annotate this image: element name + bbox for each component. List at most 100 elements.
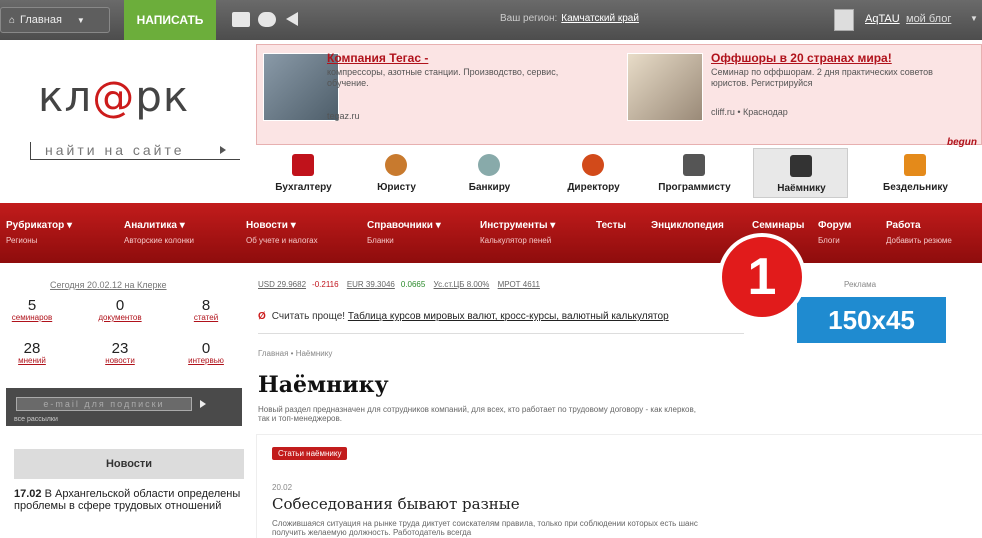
stat-articles[interactable]: 8 статей — [176, 297, 236, 322]
today-stats-date[interactable]: Сегодня 20.02.12 на Клерке — [50, 280, 167, 290]
articles-badge[interactable]: Статьи наёмнику — [272, 447, 348, 460]
gear-icon — [582, 154, 604, 176]
chevron-down-icon[interactable]: ▼ — [970, 14, 978, 23]
chat-icon[interactable] — [258, 12, 276, 27]
cb-rate[interactable]: Ус.ст.ЦБ 8.00% — [434, 280, 490, 289]
email-field[interactable]: e-mail для подписки — [16, 397, 192, 411]
home-icon: ⌂ — [9, 14, 16, 26]
category-director[interactable]: Директору — [546, 148, 641, 198]
stat-seminars[interactable]: 5 семинаров — [2, 297, 62, 322]
usd-rate[interactable]: USD 29.9682 — [258, 280, 306, 289]
nav-sub-blogs[interactable]: Блоги — [818, 236, 840, 245]
number-badge: 1 — [718, 233, 806, 321]
page-description: Новый раздел предназначен для сотруднико… — [258, 405, 696, 423]
currency-table-link[interactable]: Таблица курсов мировых валют, кросс-курс… — [348, 311, 669, 322]
mrot-rate[interactable]: МРОТ 4611 — [498, 280, 540, 289]
nav-analytics[interactable]: Аналитика ▾ — [124, 220, 185, 231]
ad-block: Компания Тегас - компрессоры, азотные ст… — [256, 44, 982, 148]
nav-jobs[interactable]: Работа — [886, 220, 921, 231]
subscribe-box: e-mail для подписки все рассылки — [6, 388, 242, 426]
ad-title[interactable]: Компания Тегас - — [327, 51, 428, 65]
news-text[interactable]: В Архангельской области определены пробл… — [14, 488, 240, 512]
breadcrumb[interactable]: Главная • Наёмнику — [258, 349, 332, 358]
nav-seminars[interactable]: Семинары — [752, 220, 804, 231]
main-nav: Рубрикатор ▾ Регионы Аналитика ▾ Авторск… — [0, 203, 982, 263]
nav-tools[interactable]: Инструменты ▾ — [480, 220, 555, 231]
subscribe-submit-icon[interactable] — [200, 400, 206, 408]
ad-label: Реклама — [844, 280, 877, 289]
nav-sub-forms[interactable]: Бланки — [367, 236, 394, 245]
ad-image-contract[interactable] — [627, 53, 703, 121]
ad-title[interactable]: Оффшоры в 20 странах мира! — [711, 51, 892, 65]
page-title: Наёмнику — [258, 372, 389, 398]
nav-encyclopedia[interactable]: Энциклопедия — [651, 220, 724, 231]
audience-categories: Бухгалтеру Юристу Банкиру Директору Прог… — [256, 148, 982, 198]
all-newsletters-link[interactable]: все рассылки — [14, 416, 58, 423]
paperclip-icon: Ø — [258, 311, 266, 322]
usd-change: -0.2116 — [312, 280, 339, 289]
news-item[interactable]: 17.02 В Архангельской области определены… — [14, 488, 244, 512]
nav-sub-columns[interactable]: Авторские колонки — [124, 236, 194, 245]
mug-icon — [904, 154, 926, 176]
coins-icon — [478, 154, 500, 176]
my-blog-link[interactable]: мой блог — [906, 13, 951, 25]
article-title[interactable]: Собеседования бывают разные — [272, 495, 520, 513]
gun-icon — [790, 155, 812, 177]
stat-documents[interactable]: 0 документов — [90, 297, 150, 322]
article-excerpt: Сложившаяся ситуация на рынке труда дикт… — [272, 519, 698, 537]
news-date: 17.02 — [14, 488, 42, 500]
nav-sub-add-resume[interactable]: Добавить резюме — [886, 236, 952, 245]
user-link[interactable]: AqTAU — [865, 13, 900, 25]
nav-tests[interactable]: Тесты — [596, 220, 626, 231]
eur-rate[interactable]: EUR 39.3046 — [347, 280, 395, 289]
logo-text-right: рк — [135, 72, 190, 121]
top-bar: ⌂ Главная ▼ НАПИСАТЬ Ваш регион: Камчатск… — [0, 0, 982, 40]
home-label: Главная — [20, 14, 62, 26]
nav-sub-regions[interactable]: Регионы — [6, 236, 37, 245]
divider — [258, 333, 744, 334]
region-link[interactable]: Камчатский край — [561, 13, 639, 24]
ad-banner-placeholder[interactable]: 150x45 — [797, 297, 946, 343]
chevron-down-icon: ▼ — [76, 15, 85, 25]
announce-icon[interactable] — [286, 12, 298, 26]
category-banker[interactable]: Банкиру — [442, 148, 537, 198]
ad-link[interactable]: tegaz.ru — [327, 111, 360, 121]
category-hired[interactable]: Наёмнику — [753, 148, 848, 198]
write-button[interactable]: НАПИСАТЬ — [124, 0, 216, 40]
ad-text: Семинар по оффшорам. 2 дня практических … — [711, 67, 933, 88]
article-date: 20.02 — [272, 483, 293, 492]
nav-forum[interactable]: Форум — [818, 220, 851, 231]
currency-promo: Ø Считать проще! Таблица курсов мировых в… — [258, 311, 669, 322]
mail-icon[interactable] — [232, 12, 250, 27]
category-programmer[interactable]: Программисту — [647, 148, 742, 198]
home-menu-button[interactable]: ⌂ Главная ▼ — [0, 7, 110, 33]
avatar[interactable] — [834, 9, 854, 31]
stat-interviews[interactable]: 0 интервью — [176, 340, 236, 365]
region-selector[interactable]: Ваш регион: Камчатский край — [500, 13, 639, 24]
search-submit-icon[interactable] — [220, 146, 226, 154]
paperclip-icon: @ — [92, 72, 136, 121]
news-header[interactable]: Новости — [14, 449, 244, 479]
region-prefix: Ваш регион: — [500, 13, 558, 24]
nav-sub-calculator[interactable]: Калькулятор пеней — [480, 236, 551, 245]
logo-text-left: кл — [38, 72, 93, 121]
search-input[interactable]: найти на сайте — [30, 142, 240, 160]
nav-sub-accounting[interactable]: Об учете и налогах — [246, 236, 318, 245]
eur-change: 0.0665 — [400, 280, 426, 289]
category-accountant[interactable]: Бухгалтеру — [256, 148, 351, 198]
ad-link[interactable]: cliff.ru • Краснодар — [711, 107, 788, 117]
category-lawyer[interactable]: Юристу — [349, 148, 444, 198]
nav-news[interactable]: Новости ▾ — [246, 220, 296, 231]
currency-rates: USD 29.9682 -0.2116 EUR 39.3046 0.0665 Ус.… — [258, 280, 546, 289]
lawyer-icon — [385, 154, 407, 176]
monitor-icon — [683, 154, 705, 176]
category-idler[interactable]: Бездельнику — [868, 148, 963, 198]
site-logo[interactable]: кл@рк — [38, 72, 189, 121]
calculator-icon — [292, 154, 314, 176]
nav-references[interactable]: Справочники ▾ — [367, 220, 441, 231]
begun-label[interactable]: begun — [947, 137, 977, 148]
nav-rubricator[interactable]: Рубрикатор ▾ — [6, 220, 72, 231]
stat-opinions[interactable]: 28 мнений — [2, 340, 62, 365]
ad-text: компрессоры, азотные станции. Производст… — [327, 67, 559, 88]
stat-news[interactable]: 23 новости — [90, 340, 150, 365]
